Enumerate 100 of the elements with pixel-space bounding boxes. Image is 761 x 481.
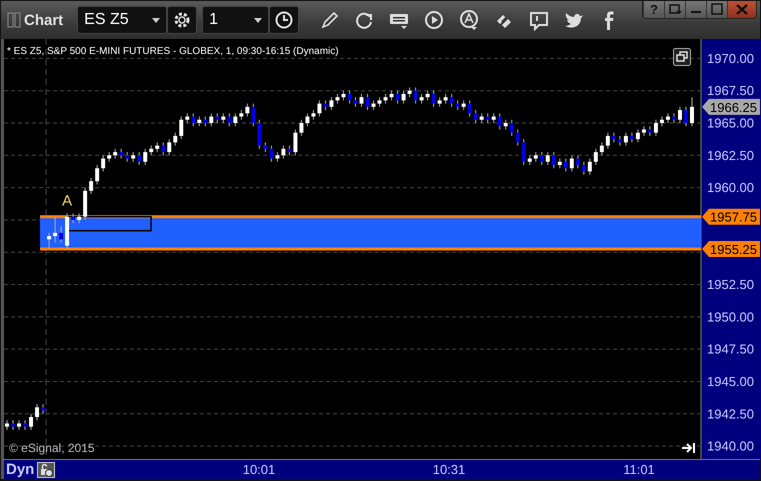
candle <box>366 93 370 111</box>
candle <box>492 112 496 124</box>
candle <box>317 100 322 118</box>
candle <box>426 90 430 101</box>
candle <box>233 112 238 127</box>
play-icon[interactable] <box>423 9 446 31</box>
candle <box>384 93 388 104</box>
scroll-to-end-icon[interactable] <box>682 443 695 453</box>
candle <box>594 148 598 166</box>
interval-field[interactable]: 1 <box>202 6 270 34</box>
candle <box>77 212 82 224</box>
candle <box>468 100 472 118</box>
candle <box>342 90 346 101</box>
help-button[interactable]: ? <box>643 1 664 18</box>
candle <box>432 90 436 108</box>
candle <box>119 148 124 160</box>
candle <box>636 128 640 143</box>
candle <box>378 96 382 108</box>
candle <box>53 216 58 244</box>
candle <box>390 90 394 101</box>
candle <box>414 86 418 104</box>
price-label: 1947.50 <box>707 342 754 357</box>
candle <box>474 110 478 124</box>
candle <box>239 110 244 120</box>
candle <box>143 148 148 166</box>
price-label: 1970.00 <box>707 50 754 66</box>
price-marker: 1957.75 <box>702 208 760 225</box>
candle <box>486 112 490 124</box>
candle <box>456 100 460 111</box>
candle <box>564 158 568 172</box>
price-label: 1952.50 <box>707 277 754 292</box>
candle <box>161 142 166 156</box>
candle <box>65 212 70 250</box>
candle <box>582 161 586 176</box>
candle <box>203 116 208 127</box>
minimize-icon[interactable] <box>685 1 706 18</box>
time-label: 10:31 <box>432 462 466 477</box>
settings-button[interactable] <box>167 6 198 34</box>
caret-icon[interactable] <box>254 18 262 22</box>
candle <box>137 152 142 166</box>
price-marker: 1955.25 <box>702 241 760 257</box>
price-label: 1940.00 <box>707 438 754 454</box>
price-label: 1967.50 <box>707 83 754 98</box>
candle <box>600 142 604 156</box>
candle <box>155 142 160 153</box>
window-menu-icon[interactable] <box>664 1 685 18</box>
candle <box>107 152 112 162</box>
candle <box>83 187 88 220</box>
time-button[interactable] <box>269 6 300 34</box>
candle <box>558 158 562 169</box>
candle <box>89 177 94 195</box>
maximize-icon[interactable] <box>706 1 727 18</box>
candle <box>113 148 118 160</box>
candle <box>173 132 178 146</box>
candle <box>678 106 682 124</box>
candle <box>71 212 76 224</box>
candle <box>179 116 184 140</box>
candle <box>498 112 502 130</box>
candle <box>444 93 448 104</box>
candle <box>552 152 556 169</box>
candle <box>606 132 610 150</box>
candle <box>17 420 21 430</box>
candle <box>287 145 292 156</box>
candle <box>354 96 358 108</box>
price-label: 1965.00 <box>707 116 754 130</box>
candle <box>197 116 202 127</box>
candle <box>131 152 136 162</box>
candle <box>372 100 376 111</box>
candle <box>630 132 634 143</box>
candle <box>642 126 646 136</box>
gear-icon[interactable] <box>172 10 192 30</box>
candle <box>510 119 514 136</box>
candle <box>462 100 466 111</box>
candle <box>546 152 550 166</box>
chart-mode-label: Dyn <box>6 461 34 478</box>
comment-icon[interactable] <box>528 9 550 31</box>
grip-icon <box>7 12 21 28</box>
candle <box>227 112 232 127</box>
candle <box>329 96 334 111</box>
price-label: 1962.50 <box>707 148 754 163</box>
copyright-text: © eSignal, 2015 <box>9 441 95 455</box>
annotation-label: A <box>62 192 72 210</box>
symbol-field[interactable]: ES Z5 <box>77 6 168 34</box>
candle <box>360 93 364 108</box>
caret-icon[interactable] <box>152 18 160 22</box>
price-label: 1945.00 <box>707 374 754 389</box>
candle <box>263 142 268 153</box>
candle <box>257 119 262 150</box>
candle <box>504 119 508 130</box>
candle <box>336 93 340 104</box>
window-title: Chart <box>24 12 64 28</box>
price-label: 1942.50 <box>707 406 754 422</box>
circled-letter-icon[interactable] <box>458 9 480 31</box>
close-icon[interactable] <box>727 1 756 18</box>
clock-icon[interactable] <box>274 10 294 30</box>
candle <box>5 420 9 430</box>
lock-icon[interactable] <box>37 462 56 478</box>
candle <box>29 413 34 430</box>
restore-icon[interactable] <box>674 48 690 66</box>
candle <box>624 132 628 146</box>
